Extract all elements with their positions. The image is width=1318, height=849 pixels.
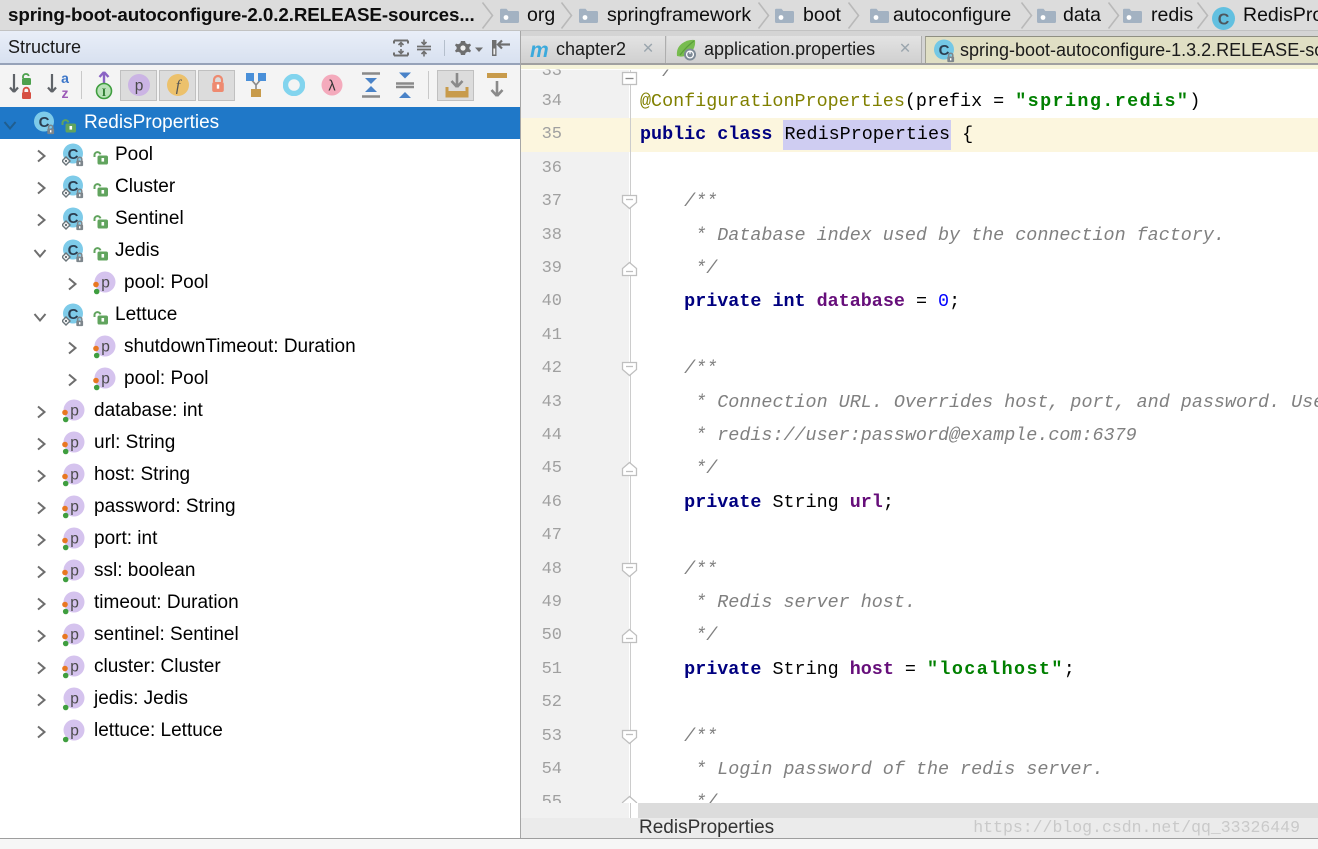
svg-text:p: p — [70, 659, 79, 676]
svg-text:a: a — [61, 70, 69, 86]
svg-text:p: p — [70, 467, 79, 484]
svg-text:p: p — [70, 627, 79, 644]
svg-text:p: p — [135, 78, 144, 95]
svg-text:p: p — [101, 339, 110, 356]
svg-text:p: p — [70, 563, 79, 580]
svg-text:p: p — [70, 723, 79, 740]
svg-text:I: I — [102, 85, 107, 99]
svg-text:p: p — [70, 691, 79, 708]
svg-text:p: p — [70, 403, 79, 420]
svg-text:p: p — [70, 595, 79, 612]
svg-text:p: p — [70, 435, 79, 452]
svg-text:p: p — [70, 499, 79, 516]
svg-text:C: C — [1218, 12, 1230, 29]
svg-text:p: p — [101, 371, 110, 388]
svg-text:p: p — [101, 275, 110, 292]
svg-text:m: m — [530, 39, 549, 62]
svg-text:p: p — [70, 531, 79, 548]
svg-text:λ: λ — [328, 79, 336, 95]
svg-text:z: z — [62, 85, 69, 100]
